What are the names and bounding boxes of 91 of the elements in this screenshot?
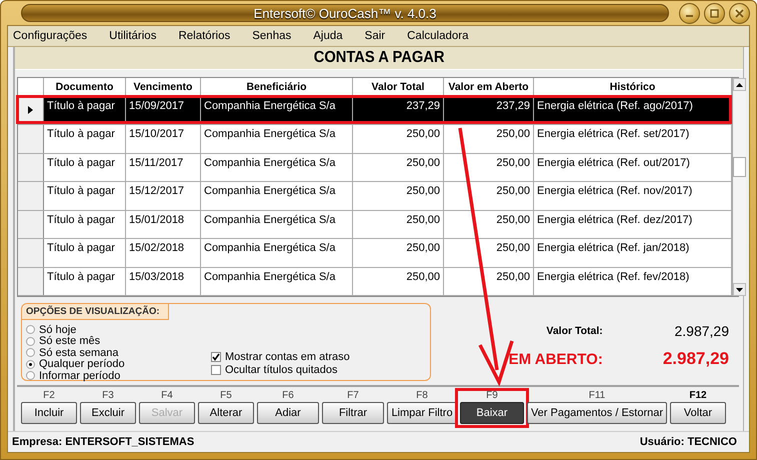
action-button[interactable]: Alterar — [198, 402, 254, 424]
window-title: Entersoft© OuroCash™ v. 4.0.3 — [254, 6, 436, 20]
shortcut-key: F2 — [43, 390, 55, 402]
table-cell: 250,00 — [444, 210, 534, 238]
table-cell: 250,00 — [444, 125, 534, 153]
table-cell: 250,00 — [444, 182, 534, 210]
checkbox-label[interactable]: Ocultar títulos quitados — [225, 364, 338, 376]
row-pointer-icon — [28, 106, 33, 114]
action-button[interactable]: Baixar — [460, 402, 524, 424]
user-label: Usuário: TECNICO — [640, 436, 737, 448]
open-amount-value: 2.987,29 — [662, 349, 729, 369]
radio-button[interactable] — [26, 336, 35, 346]
table-cell: Companhia Energética S/a — [201, 125, 353, 153]
column-header[interactable]: Valor em Aberto — [444, 78, 534, 96]
menu-item[interactable]: Sair — [364, 30, 386, 42]
shortcut-key: F8 — [416, 390, 428, 402]
radio-label[interactable]: Informar período — [39, 370, 120, 382]
radio-button[interactable] — [26, 371, 35, 380]
table-cell: 250,00 — [353, 125, 444, 153]
table-cell: Companhia Energética S/a — [201, 210, 353, 238]
close-icon[interactable] — [729, 2, 750, 24]
radio-label[interactable]: Só hoje — [39, 324, 76, 336]
shortcut-key: F3 — [102, 390, 114, 402]
table-cell: 15/11/2017 — [126, 154, 201, 182]
action-button[interactable]: Filtrar — [322, 402, 384, 424]
maximize-icon[interactable] — [704, 2, 725, 24]
radio-button[interactable] — [26, 360, 35, 369]
action-button[interactable]: Adiar — [257, 402, 319, 424]
action-button[interactable]: Excluir — [80, 402, 136, 424]
table-cell: Companhia Energética S/a — [201, 268, 353, 296]
shortcut-key: F7 — [347, 390, 359, 402]
menu-item[interactable]: Configurações — [13, 30, 88, 42]
column-header[interactable]: Beneficiário — [201, 78, 353, 96]
action-button[interactable]: Limpar Filtro — [387, 402, 457, 424]
menu-item[interactable]: Senhas — [252, 30, 292, 42]
table-cell: 15/02/2018 — [126, 239, 201, 267]
checkbox[interactable] — [211, 365, 221, 376]
table-cell: Companhia Energética S/a — [201, 239, 353, 267]
table-cell: 15/03/2018 — [126, 268, 201, 296]
checkbox[interactable] — [211, 352, 221, 362]
table-cell: 250,00 — [353, 268, 444, 296]
column-header[interactable]: Vencimento — [126, 78, 201, 96]
table-cell: Título à pagar — [44, 125, 126, 153]
table-cell: 250,00 — [444, 154, 534, 182]
radio-label[interactable]: Só esta semana — [39, 346, 118, 359]
table-cell: 250,00 — [444, 239, 534, 267]
shortcut-key: F9 — [486, 390, 498, 402]
scroll-up-icon[interactable] — [733, 78, 746, 91]
table-cell: Título à pagar — [44, 182, 126, 210]
shortcut-key: F6 — [282, 390, 294, 402]
radio-button[interactable] — [26, 348, 35, 358]
table-cell: Companhia Energética S/a — [201, 182, 353, 210]
menu-item[interactable]: Relatórios — [178, 30, 230, 42]
table-cell: 250,00 — [353, 210, 444, 238]
total-label: Valor Total: — [545, 325, 604, 337]
open-amount-label: EM ABERTO: — [508, 350, 604, 368]
table-cell: 250,00 — [353, 182, 444, 210]
total-value: 2.987,29 — [674, 323, 729, 339]
table-cell: 250,00 — [444, 268, 534, 296]
shortcut-key: F12 — [689, 390, 707, 402]
table-cell: Companhia Energética S/a — [201, 154, 353, 182]
action-button[interactable]: Incluir — [21, 402, 77, 424]
shortcut-key: F4 — [161, 390, 173, 402]
checkbox-label[interactable]: Mostrar contas em atraso — [225, 350, 350, 363]
table-cell: Título à pagar — [44, 154, 126, 182]
company-label: Empresa: ENTERSOFT_SISTEMAS — [12, 436, 194, 448]
scroll-down-icon[interactable] — [733, 283, 746, 296]
action-button[interactable]: Ver Pagamentos / Estornar — [527, 402, 667, 424]
table-cell: 15/12/2017 — [126, 182, 201, 210]
scrollbar-thumb[interactable] — [733, 157, 746, 177]
menu-item[interactable]: Ajuda — [313, 30, 343, 42]
column-header[interactable]: Documento — [44, 78, 126, 96]
shortcut-key: F5 — [220, 390, 232, 402]
table-cell: 250,00 — [353, 239, 444, 267]
menu-item[interactable]: Calculadora — [407, 30, 468, 42]
table-cell: Título à pagar — [44, 210, 126, 238]
column-header[interactable]: Valor Total — [353, 78, 444, 96]
shortcut-key: F11 — [588, 390, 606, 402]
radio-label[interactable]: Só este mês — [39, 335, 100, 348]
action-button[interactable]: Voltar — [670, 402, 726, 424]
minimize-icon[interactable] — [679, 2, 700, 24]
radio-label[interactable]: Qualquer período — [39, 358, 125, 370]
screen-title: CONTAS A PAGAR — [314, 49, 444, 67]
menu-item[interactable]: Utilitários — [109, 30, 156, 42]
radio-button[interactable] — [26, 325, 35, 334]
table-cell: 15/01/2018 — [126, 210, 201, 238]
panel-title: OPÇÕES DE VISUALIZAÇÃO: — [22, 304, 169, 320]
table-cell: 15/10/2017 — [126, 125, 201, 153]
table-cell: 250,00 — [353, 154, 444, 182]
table-cell: Título à pagar — [44, 239, 126, 267]
table-cell: Título à pagar — [44, 268, 126, 296]
